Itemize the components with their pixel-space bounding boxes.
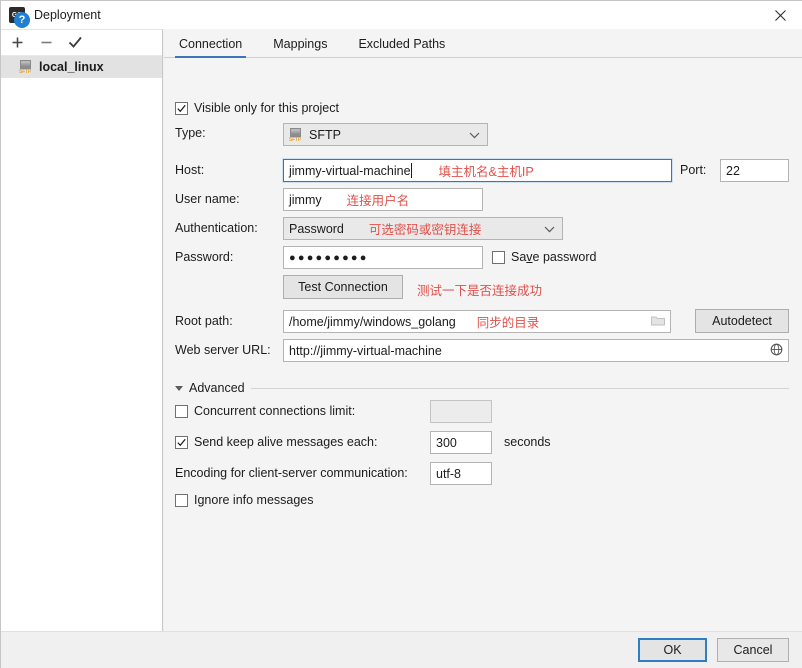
password-value: ●●●●●●●●●	[289, 251, 369, 264]
visible-only-checkbox[interactable]	[175, 101, 188, 115]
visible-only-label: Visible only for this project	[194, 101, 339, 115]
test-connection-note: 测试一下是否连接成功	[417, 284, 543, 298]
sidebar-toolbar	[1, 30, 162, 56]
window-title: Deployment	[34, 8, 101, 22]
connection-panel: Connection Mappings Excluded Paths Visib…	[164, 29, 802, 631]
connection-form: Visible only for this project Type: SFTP…	[164, 58, 802, 630]
close-icon[interactable]	[758, 1, 802, 29]
host-note: 填主机名&主机IP	[438, 165, 534, 179]
auth-select[interactable]: Password 可选密码或密钥连接	[283, 217, 563, 240]
root-path-label: Root path:	[175, 314, 233, 328]
encoding-label: Encoding for client-server communication…	[175, 466, 408, 480]
help-icon[interactable]: ?	[14, 12, 30, 28]
sftp-type-icon: SFTP	[289, 127, 304, 143]
username-label: User name:	[175, 192, 240, 206]
chevron-down-icon	[544, 222, 555, 236]
section-divider	[250, 387, 789, 389]
chevron-down-icon	[469, 128, 480, 142]
encoding-value: utf-8	[436, 466, 462, 481]
auth-label: Authentication:	[175, 221, 258, 235]
host-label: Host:	[175, 163, 205, 177]
auth-label-wrap: Authentication:	[175, 221, 258, 235]
cancel-button[interactable]: Cancel	[717, 638, 789, 662]
password-label: Password:	[175, 250, 234, 264]
root-path-input[interactable]: /home/jimmy/windows_golang 同步的目录	[283, 310, 671, 333]
password-input[interactable]: ●●●●●●●●●	[283, 246, 483, 269]
remove-button[interactable]	[37, 34, 55, 52]
tab-connection[interactable]: Connection	[175, 37, 247, 58]
type-label: Type:	[175, 126, 206, 140]
keepalive-units: seconds	[504, 435, 551, 449]
encoding-label-wrap: Encoding for client-server communication…	[175, 466, 408, 480]
type-label-wrap: Type:	[175, 126, 206, 140]
text-caret	[410, 163, 412, 178]
type-value: SFTP	[309, 127, 341, 142]
sftp-server-icon: SFTP	[19, 60, 34, 75]
port-value: 22	[726, 163, 740, 178]
root-path-value: /home/jimmy/windows_golang	[289, 314, 456, 329]
sftp-type-badge-label: SFTP	[289, 136, 301, 143]
web-url-input[interactable]: http://jimmy-virtual-machine	[283, 339, 789, 362]
autodetect-button[interactable]: Autodetect	[695, 309, 789, 333]
autodetect-label: Autodetect	[712, 314, 772, 328]
concurrent-connections-checkbox[interactable]	[175, 404, 188, 418]
ignore-info-label: Ignore info messages	[194, 493, 314, 507]
ok-button[interactable]: OK	[638, 638, 707, 662]
web-url-value: http://jimmy-virtual-machine	[289, 343, 442, 358]
keepalive-value: 300	[436, 435, 457, 450]
host-label-wrap: Host:	[175, 163, 204, 177]
tab-mappings[interactable]: Mappings	[269, 37, 331, 57]
keepalive-units-wrap: seconds	[504, 435, 551, 449]
browse-folder-icon[interactable]	[651, 314, 665, 329]
port-label-wrap: Port:	[680, 163, 706, 177]
username-note: 连接用户名	[346, 194, 410, 208]
advanced-section-header[interactable]: Advanced	[175, 381, 789, 395]
keepalive-input[interactable]: 300	[430, 431, 492, 454]
sidebar-item-local-linux[interactable]: SFTP local_linux	[1, 56, 162, 78]
encoding-input[interactable]: utf-8	[430, 462, 492, 485]
concurrent-connections-label: Concurrent connections limit:	[194, 404, 356, 418]
keepalive-label: Send keep alive messages each:	[194, 435, 378, 449]
auth-value: Password	[289, 221, 344, 236]
ignore-info-row: Ignore info messages	[175, 493, 314, 507]
concurrent-connections-input[interactable]	[430, 400, 492, 423]
title-bar: GO Deployment	[1, 1, 802, 29]
test-connection-label: Test Connection	[298, 280, 388, 294]
tab-excluded-paths[interactable]: Excluded Paths	[354, 37, 449, 57]
deployment-servers-sidebar: SFTP local_linux	[1, 29, 163, 631]
type-select[interactable]: SFTP SFTP	[283, 123, 488, 146]
sidebar-item-label: local_linux	[39, 60, 104, 74]
save-password-checkbox[interactable]	[492, 250, 505, 264]
test-connection-button[interactable]: Test Connection	[283, 275, 403, 299]
sftp-badge-label: SFTP	[19, 69, 31, 75]
auth-note: 可选密码或密钥连接	[368, 223, 482, 237]
add-button[interactable]	[8, 34, 26, 52]
web-url-label: Web server URL:	[175, 343, 271, 357]
password-label-wrap: Password:	[175, 250, 233, 264]
username-input[interactable]: jimmy 连接用户名	[283, 188, 483, 211]
set-default-button[interactable]	[66, 34, 84, 52]
web-url-label-wrap: Web server URL:	[175, 343, 271, 357]
test-connection-note-wrap: 测试一下是否连接成功	[417, 280, 542, 299]
visible-only-row: Visible only for this project	[175, 101, 339, 115]
root-path-note: 同步的目录	[476, 316, 540, 330]
save-password-label: Save password	[511, 250, 597, 264]
host-input[interactable]: jimmy-virtual-machine 填主机名&主机IP	[282, 158, 673, 183]
chevron-down-icon[interactable]	[175, 385, 183, 391]
globe-icon[interactable]	[770, 343, 783, 359]
root-path-label-wrap: Root path:	[175, 314, 233, 328]
save-password-row: Save password	[492, 250, 596, 264]
port-input[interactable]: 22	[720, 159, 789, 182]
username-value: jimmy	[289, 192, 322, 207]
tab-bar: Connection Mappings Excluded Paths	[164, 29, 802, 58]
keepalive-checkbox[interactable]	[175, 435, 188, 449]
username-label-wrap: User name:	[175, 192, 240, 206]
keepalive-row: Send keep alive messages each:	[175, 435, 377, 449]
concurrent-connections-row: Concurrent connections limit:	[175, 404, 355, 418]
deployment-dialog: GO Deployment	[0, 0, 802, 668]
host-value: jimmy-virtual-machine	[289, 163, 411, 178]
ignore-info-checkbox[interactable]	[175, 493, 188, 507]
advanced-title: Advanced	[189, 381, 245, 395]
port-label: Port:	[680, 163, 707, 177]
